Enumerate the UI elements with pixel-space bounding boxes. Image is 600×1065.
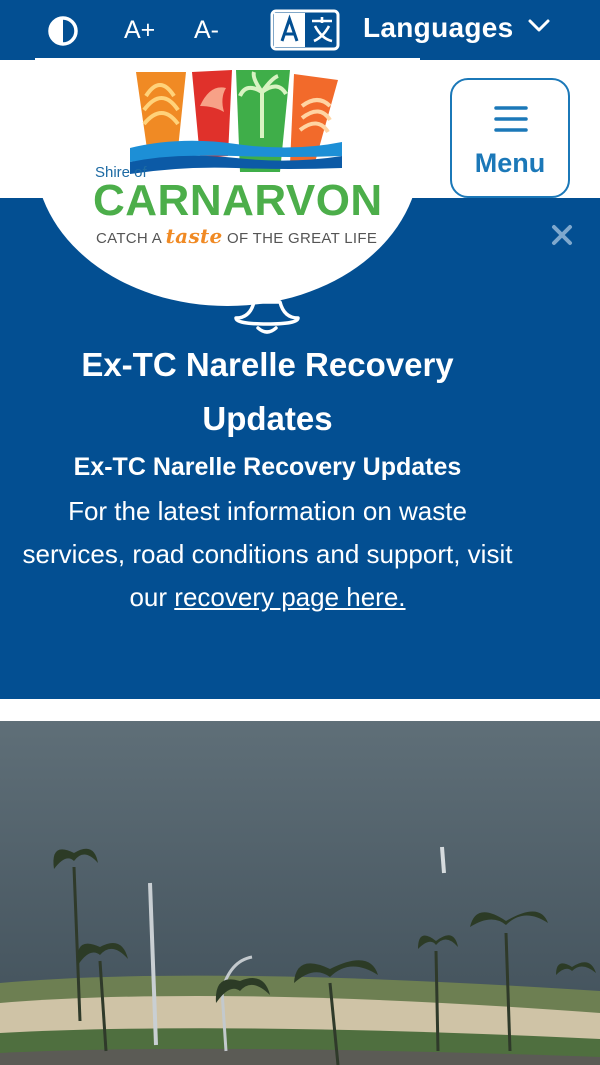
font-increase-button[interactable]: A+ (124, 16, 155, 45)
accessibility-toolbar: A+ A- Languages (0, 0, 600, 60)
logo-tagline-end: OF THE GREAT LIFE (222, 230, 378, 247)
menu-label: Menu (474, 148, 546, 178)
recovery-page-link[interactable]: recovery page here. (174, 582, 405, 612)
section-gap (0, 699, 600, 721)
alert-title: Ex-TC Narelle Recovery Updates (81, 346, 454, 437)
languages-dropdown[interactable]: Languages (363, 12, 514, 44)
close-icon[interactable] (549, 222, 575, 248)
translate-icon[interactable] (270, 9, 340, 51)
hero-image (0, 721, 600, 1065)
alert-body: For the latest information on waste serv… (20, 490, 515, 619)
contrast-icon[interactable] (47, 15, 79, 47)
logo-tagline-start: CATCH A (96, 230, 166, 247)
hamburger-icon (494, 106, 528, 132)
font-decrease-button[interactable]: A- (194, 16, 219, 45)
logo-name: CARNARVON (93, 176, 383, 225)
logo-tagline: CATCH A taste OF THE GREAT LIFE (96, 224, 377, 248)
chevron-down-icon[interactable] (527, 16, 551, 36)
logo-tagline-taste: taste (165, 224, 223, 248)
logo-artwork (130, 70, 342, 174)
menu-button[interactable]: Menu (450, 78, 570, 198)
alert-subtitle: Ex-TC Narelle Recovery Updates (73, 453, 462, 481)
